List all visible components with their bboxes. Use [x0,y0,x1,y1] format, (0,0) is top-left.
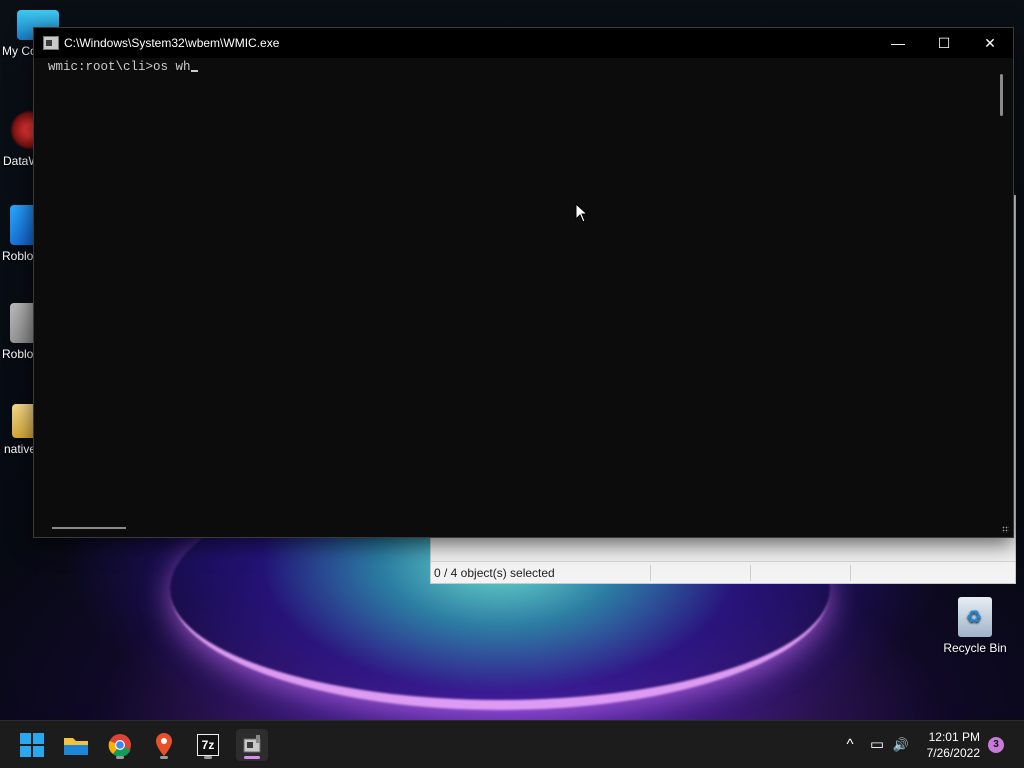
status-divider [850,565,851,581]
running-indicator [204,756,212,759]
vertical-scrollbar[interactable] [1000,74,1003,116]
recycle-bin-icon: ♻ [958,597,992,637]
windows-logo-icon [20,733,44,757]
window-title: C:\Windows\System32\wbem\WMIC.exe [64,36,280,50]
console-output[interactable]: wmic:root\cli>os wh [48,60,198,74]
console-app-icon[interactable] [43,36,59,50]
taskbar: 7z ^ ▭ 🔊 12:01 PM 7/26/2022 3 [0,720,1024,768]
wmic-console-window[interactable]: C:\Windows\System32\wbem\WMIC.exe — ☐ ✕ … [33,27,1014,538]
maximize-button[interactable]: ☐ [921,28,967,58]
resize-grip[interactable] [1002,526,1009,533]
volume-icon[interactable]: 🔊 [891,735,911,755]
running-indicator [116,756,124,759]
7zip-button[interactable]: 7z [192,729,224,761]
running-indicator [160,756,168,759]
active-indicator [244,756,260,759]
clock-date: 7/26/2022 [926,746,980,760]
clock-time: 12:01 PM [928,730,980,744]
7zip-icon-text: 7z [201,738,215,752]
status-bar: 0 / 4 object(s) selected [431,561,1015,583]
notification-badge[interactable]: 3 [988,737,1004,753]
text-caret [190,70,198,72]
start-button[interactable] [16,729,48,761]
desktop-icon-recycle-bin[interactable]: ♻ Recycle Bin [935,597,1015,655]
folder-icon [64,738,88,755]
network-icon[interactable]: ▭ [867,735,887,755]
horizontal-scrollbar[interactable] [52,527,126,529]
maps-button[interactable] [148,729,180,761]
mouse-cursor-icon [575,203,589,223]
7zip-icon: 7z [197,734,219,756]
file-explorer-button[interactable] [60,729,92,761]
console-prompt: wmic:root\cli> [48,60,154,74]
show-hidden-icons-chevron-icon[interactable]: ^ [840,735,860,755]
status-divider [650,565,651,581]
title-bar[interactable]: C:\Windows\System32\wbem\WMIC.exe — ☐ ✕ [34,28,1013,58]
chrome-button[interactable] [104,729,136,761]
system-clock[interactable]: 12:01 PM 7/26/2022 [927,729,980,761]
minimize-button[interactable]: — [875,28,921,58]
desktop-icon-label: Recycle Bin [943,641,1007,655]
status-divider [750,565,751,581]
wmic-console-taskbar-button[interactable] [236,729,268,761]
close-button[interactable]: ✕ [967,28,1013,58]
recycle-symbol-icon: ♻ [966,607,983,627]
console-command: os wh [153,60,191,74]
status-text: 0 / 4 object(s) selected [434,566,555,580]
